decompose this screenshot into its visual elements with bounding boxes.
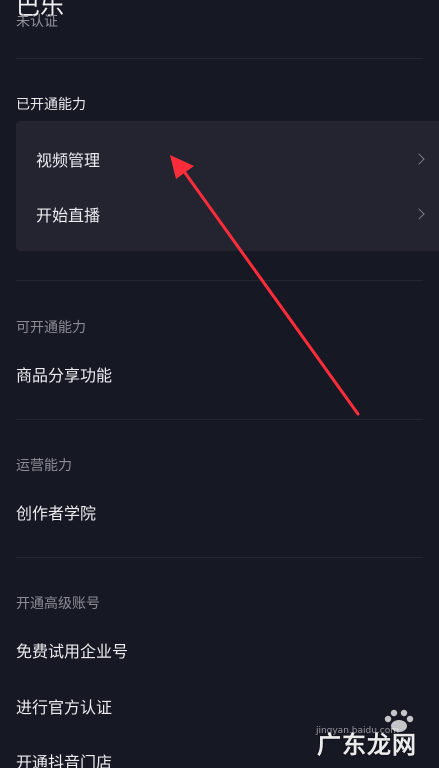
official-verification-item[interactable]: 进行官方认证	[16, 694, 112, 718]
section-title-available: 可开通能力	[16, 320, 86, 336]
chevron-right-icon	[413, 208, 425, 220]
video-management-label: 视频管理	[36, 151, 101, 170]
opened-capabilities-card: 视频管理 开始直播	[16, 121, 439, 251]
section-title-advanced: 开通高级账号	[16, 596, 100, 612]
chevron-right-icon	[413, 153, 425, 165]
divider	[16, 557, 423, 558]
watermark-name: 广东龙网	[317, 731, 417, 759]
divider	[16, 280, 423, 281]
video-management-row[interactable]: 视频管理	[36, 132, 427, 186]
divider	[16, 58, 423, 59]
start-live-row[interactable]: 开始直播	[36, 187, 427, 241]
screen: 巴乐 未认证 已开通能力 视频管理 开始直播 可开通能力 商品分享功能 运营能力…	[0, 0, 439, 768]
douyin-store-item[interactable]: 开通抖音门店	[16, 749, 112, 768]
verification-status: 未认证	[16, 14, 58, 30]
section-title-opened: 已开通能力	[16, 97, 86, 113]
divider	[16, 419, 423, 420]
start-live-label: 开始直播	[36, 206, 101, 225]
section-title-operation: 运营能力	[16, 458, 72, 474]
creator-academy-item[interactable]: 创作者学院	[16, 500, 96, 524]
enterprise-trial-item[interactable]: 免费试用企业号	[16, 638, 128, 662]
product-share-item[interactable]: 商品分享功能	[16, 362, 112, 386]
watermark: 广东龙网	[317, 725, 417, 760]
